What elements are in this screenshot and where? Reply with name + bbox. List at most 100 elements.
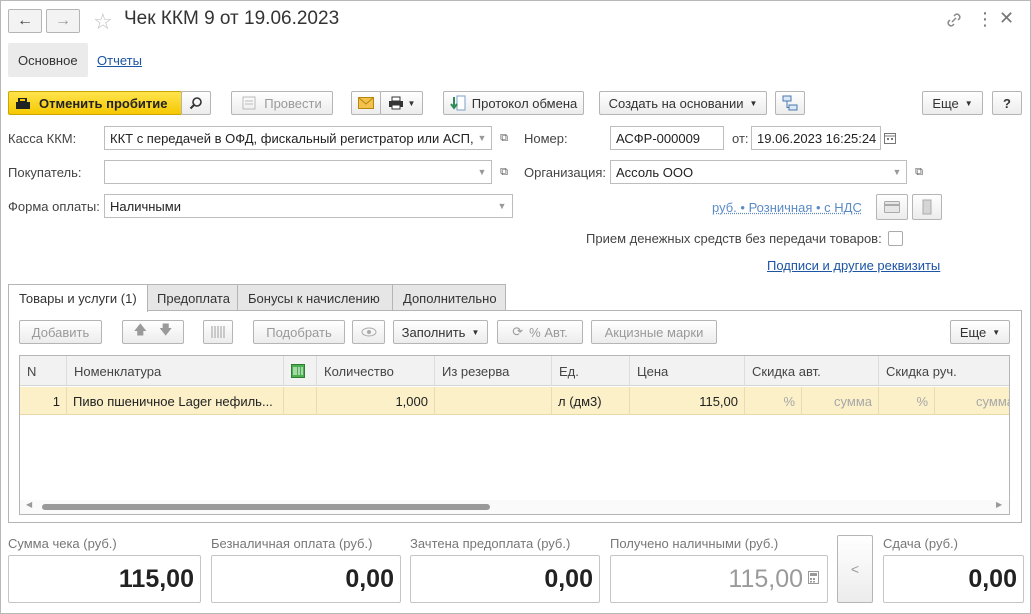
buyer-open-icon[interactable]: ⧉ [494,160,514,184]
payment-form-field[interactable]: Наличными [104,194,513,218]
date-field[interactable]: 19.06.2023 16:25:24 [751,126,881,150]
post-label: Провести [264,95,322,111]
column-header[interactable]: Скидка руч. [879,356,1009,386]
horizontal-scrollbar[interactable]: ◀ ▶ [20,500,1009,514]
exchange-icon [449,95,466,111]
signatures-link[interactable]: Подписи и другие реквизиты [767,258,940,273]
excise-marks-button[interactable]: Акцизные марки [591,320,717,344]
kassa-open-icon[interactable]: ⧉ [494,126,514,150]
column-header[interactable]: Номенклатура [67,356,284,386]
no-goods-checkbox[interactable] [888,231,903,246]
kassa-field[interactable]: ККТ с передачей в ОФД, фискальный регист… [104,126,492,150]
exchange-protocol-label: Протокол обмена [471,95,578,111]
tab-prepayment[interactable]: Предоплата [146,284,238,311]
kassa-label: Касса ККМ: [8,131,77,146]
payment-form-label: Форма оплаты: [8,199,100,214]
column-header[interactable]: Скидка авт. [745,356,879,386]
view-button[interactable] [352,320,385,344]
prepayment-value: 0,00 [410,555,600,603]
fill-button[interactable]: Заполнить ▼ [393,320,488,344]
cell-excise[interactable] [284,387,317,415]
check-sum-value: 115,00 [8,555,201,603]
print-button[interactable]: ▼ [380,91,423,115]
cell-n[interactable]: 1 [20,387,67,415]
tab-reports[interactable]: Отчеты [87,43,152,77]
table-more-button[interactable]: Еще ▼ [950,320,1010,344]
search-button[interactable] [181,91,211,115]
cell-unit[interactable]: л (дм3) [552,387,630,415]
card-button[interactable] [876,194,908,220]
organization-dropdown-icon[interactable]: ▼ [887,160,907,184]
arrow-left-icon: ← [17,12,33,29]
scroll-left-icon[interactable]: ◀ [26,500,32,509]
cell-price[interactable]: 115,00 [630,387,745,415]
kassa-dropdown-icon[interactable]: ▼ [472,126,492,150]
chevron-down-icon: ▼ [992,327,1001,337]
pick-button[interactable]: Подобрать [253,320,345,344]
tab-additional[interactable]: Дополнительно [392,284,506,311]
window-title: Чек ККМ 9 от 19.06.2023 [124,8,340,29]
calculator-icon[interactable] [808,571,819,584]
organization-open-icon[interactable]: ⧉ [909,160,929,184]
auto-discount-button[interactable]: ⟳ % Авт. [497,320,583,344]
magnifier-icon [189,96,203,110]
fill-label: Заполнить [401,324,466,340]
cell-item[interactable]: Пиво пшеничное Lager нефиль... [67,387,284,415]
barcode-search-button[interactable] [203,320,233,344]
post-button[interactable]: Провести [231,91,333,115]
credit-card-icon [884,201,900,213]
column-header[interactable]: Количество [317,356,435,386]
help-button[interactable]: ? [992,91,1022,115]
forward-button[interactable]: → [46,9,80,33]
number-field[interactable]: АСФР-000009 [610,126,724,150]
cell-auto-pct[interactable]: % [745,387,802,415]
email-button[interactable] [351,91,381,115]
organization-field[interactable]: Ассоль ООО [610,160,907,184]
cash-received-label: Получено наличными (руб.) [610,536,779,551]
chevron-down-icon: ▼ [471,327,480,337]
price-settings-link[interactable]: руб. • Розничная • с НДС [712,200,862,215]
column-header[interactable]: Цена [630,356,745,386]
barcode-icon [210,325,226,339]
column-header[interactable]: Из резерва [435,356,552,386]
cell-qty[interactable]: 1,000 [317,387,435,415]
chevron-down-icon: ▼ [964,98,973,108]
hierarchy-icon [782,95,798,111]
tab-main[interactable]: Основное [8,43,88,77]
cell-manual-sum[interactable]: сумма [935,387,1009,415]
table-row[interactable]: 1 Пиво пшеничное Lager нефиль... 1,000 л… [20,387,1009,415]
printer-icon [388,96,404,110]
close-icon[interactable]: ✕ [999,8,1014,29]
payment-form-dropdown-icon[interactable]: ▼ [492,194,512,218]
buyer-field[interactable] [104,160,492,184]
barcode-button[interactable] [912,194,942,220]
column-header-excise[interactable] [284,356,317,386]
more-button[interactable]: Еще ▼ [922,91,983,115]
cell-reserve[interactable] [435,387,552,415]
exchange-protocol-button[interactable]: Протокол обмена [443,91,584,115]
link-icon[interactable] [945,11,963,29]
change-value: 0,00 [883,555,1024,603]
cell-auto-sum[interactable]: сумма [802,387,879,415]
column-header[interactable]: Ед. [552,356,630,386]
cell-manual-pct[interactable]: % [879,387,935,415]
scrollbar-thumb[interactable] [42,504,490,510]
structure-button[interactable] [775,91,805,115]
noncash-field[interactable]: 0,00 [211,555,401,603]
more-vertical-icon[interactable]: ⋮ [976,9,994,30]
scroll-right-icon[interactable]: ▶ [996,500,1002,509]
tab-bonuses[interactable]: Бонусы к начислению [237,284,393,311]
calendar-icon[interactable] [880,126,900,150]
back-button[interactable]: ← [8,9,42,33]
create-based-on-button[interactable]: Создать на основании ▼ [599,91,767,115]
cash-received-field[interactable]: 115,00 [610,555,828,603]
move-buttons[interactable]: 🡅 🡇 [122,320,184,344]
column-header[interactable]: N [20,356,67,386]
arrow-up-icon: 🡅 [133,322,147,337]
tab-goods-services[interactable]: Товары и услуги (1) [8,284,148,312]
add-button[interactable]: Добавить [19,320,102,344]
favorite-star-icon[interactable]: ☆ [93,9,113,35]
cancel-print-button[interactable]: Отменить пробитие [8,91,182,115]
collapse-button[interactable]: < [837,535,873,603]
buyer-dropdown-icon[interactable]: ▼ [472,160,492,184]
